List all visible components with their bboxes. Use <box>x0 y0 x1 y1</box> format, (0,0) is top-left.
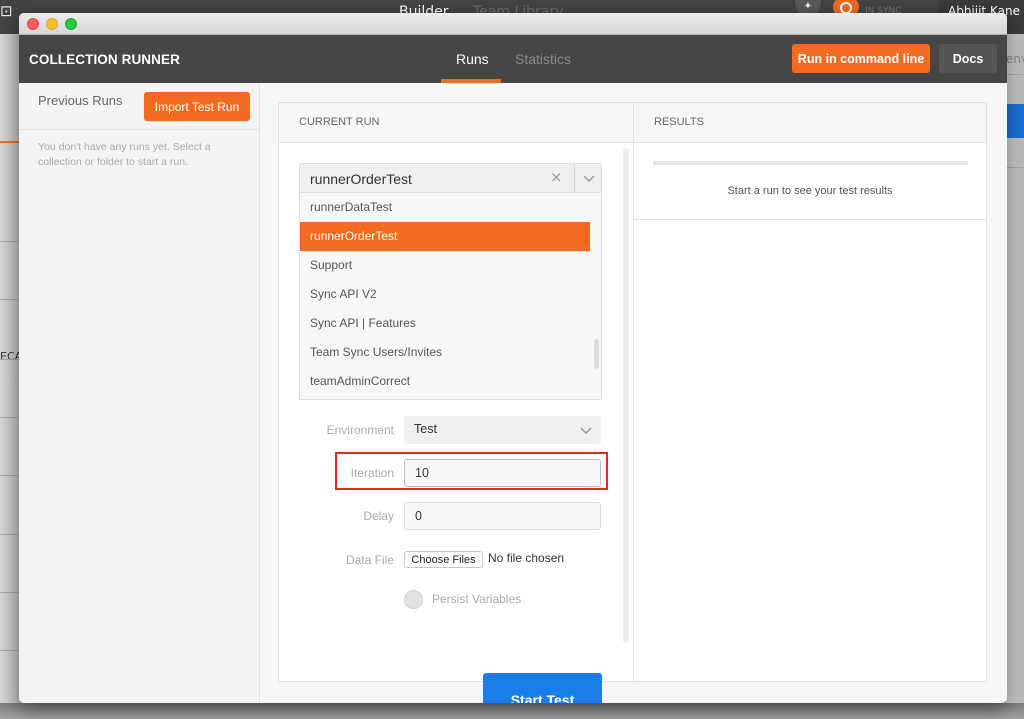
window-close-button[interactable] <box>27 18 39 30</box>
results-progress-bar <box>653 161 968 165</box>
new-window-icon[interactable]: ⊡ <box>0 2 14 20</box>
background-send-button <box>1006 104 1024 138</box>
dropdown-option[interactable]: Team Sync Users/Invites <box>300 338 590 367</box>
environment-select[interactable]: Test <box>404 416 601 444</box>
environment-label: Environment <box>326 423 394 437</box>
dropdown-option[interactable]: Support <box>300 251 590 280</box>
collection-runner-window: COLLECTION RUNNER Runs Statistics Run in… <box>19 13 1007 703</box>
iteration-input[interactable]: 10 <box>404 459 601 487</box>
background-divider <box>0 417 20 418</box>
results-title: RESULTS <box>654 116 704 128</box>
results-empty-message: Start a run to see your test results <box>727 185 893 197</box>
results-header: RESULTS <box>634 103 986 143</box>
active-tab-indicator <box>441 79 501 83</box>
background-divider <box>0 299 20 300</box>
run-in-command-line-button[interactable]: Run in command line <box>792 44 930 73</box>
background-divider <box>1006 74 1024 75</box>
persist-variables-label: Persist Variables <box>432 592 522 606</box>
window-titlebar[interactable] <box>19 13 1007 35</box>
chevron-down-icon[interactable] <box>583 173 595 185</box>
dropdown-scrollbar[interactable] <box>594 339 599 369</box>
background-divider <box>0 534 20 535</box>
iteration-value: 10 <box>415 466 429 480</box>
sidebar-header: Previous Runs Import Test Run <box>19 83 259 130</box>
collection-select[interactable]: runnerOrderTest × <box>299 163 602 193</box>
runner-header: COLLECTION RUNNER Runs Statistics Run in… <box>19 35 1007 83</box>
choose-files-button[interactable]: Choose Files <box>404 551 483 568</box>
file-status: No file chosen <box>488 551 565 565</box>
window-minimize-button[interactable] <box>46 18 58 30</box>
collection-select-value[interactable]: runnerOrderTest <box>310 171 412 187</box>
background-divider <box>0 592 20 593</box>
delay-value: 0 <box>415 509 422 523</box>
tab-runs[interactable]: Runs <box>456 51 489 67</box>
dropdown-option-selected[interactable]: runnerOrderTest <box>300 222 590 251</box>
dropdown-option[interactable]: Sync API | Features <box>300 309 590 338</box>
background-divider <box>0 475 20 476</box>
delay-input[interactable]: 0 <box>404 502 601 530</box>
current-run-header: CURRENT RUN <box>279 103 633 143</box>
previous-runs-sidebar: Previous Runs Import Test Run You don't … <box>19 83 260 703</box>
background-bottom <box>0 703 1024 719</box>
results-panel: RESULTS Start a run to see your test res… <box>633 102 987 682</box>
background-divider <box>1006 167 1024 168</box>
import-test-run-button[interactable]: Import Test Run <box>144 92 250 121</box>
background-right-panel: env <box>1006 34 1024 719</box>
window-maximize-button[interactable] <box>65 18 77 30</box>
app-title: COLLECTION RUNNER <box>29 52 180 67</box>
persist-variables-toggle[interactable] <box>404 590 423 609</box>
current-run-scrollbar[interactable] <box>623 148 629 643</box>
background-active-indicator <box>0 141 20 143</box>
results-divider <box>634 219 986 220</box>
dropdown-option[interactable]: Sync API V2 <box>300 280 590 309</box>
empty-runs-message: You don't have any runs yet. Select a co… <box>38 141 211 168</box>
select-divider <box>574 164 575 192</box>
current-run-panel: CURRENT RUN runnerOrderTest × runnerData… <box>278 102 633 703</box>
background-divider <box>0 650 20 651</box>
clear-icon[interactable]: × <box>550 168 563 186</box>
sidebar-title: Previous Runs <box>38 93 123 108</box>
iteration-label: Iteration <box>350 466 394 480</box>
background-divider <box>0 359 20 360</box>
data-file-label: Data File <box>345 553 394 567</box>
start-test-button[interactable]: Start Test <box>483 673 602 703</box>
background-divider <box>0 241 20 242</box>
background-environment-text: env <box>1006 52 1024 66</box>
current-run-title: CURRENT RUN <box>299 116 380 128</box>
collection-dropdown-menu: runnerDataTest runnerOrderTest Support S… <box>299 193 602 400</box>
dropdown-option[interactable]: runnerDataTest <box>300 193 590 222</box>
background-left-panel: ECA <box>0 34 22 719</box>
environment-value: Test <box>414 422 437 436</box>
delay-label: Delay <box>363 509 394 523</box>
chevron-down-icon <box>580 427 592 435</box>
dropdown-option[interactable]: teamAdminCorrect <box>300 367 590 396</box>
tab-statistics[interactable]: Statistics <box>515 51 571 67</box>
docs-button[interactable]: Docs <box>939 44 997 73</box>
